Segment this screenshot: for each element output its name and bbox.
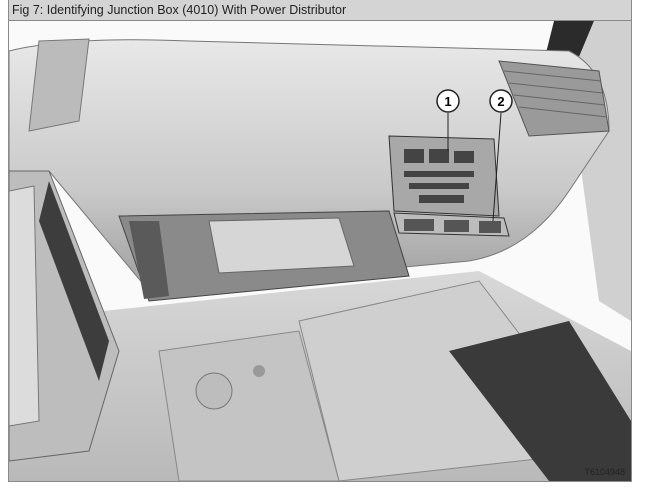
junction-box-illustration: 1 2 T6104948: [8, 21, 631, 482]
callout-2: 2: [489, 89, 513, 113]
figure-id: T6104948: [584, 467, 625, 477]
figure-caption: Fig 7: Identifying Junction Box (4010) W…: [9, 0, 631, 21]
callout-2-label: 2: [497, 94, 504, 109]
callout-1: 1: [436, 89, 460, 113]
callout-1-label: 1: [444, 94, 451, 109]
figure-frame: Fig 7: Identifying Junction Box (4010) W…: [8, 0, 632, 482]
